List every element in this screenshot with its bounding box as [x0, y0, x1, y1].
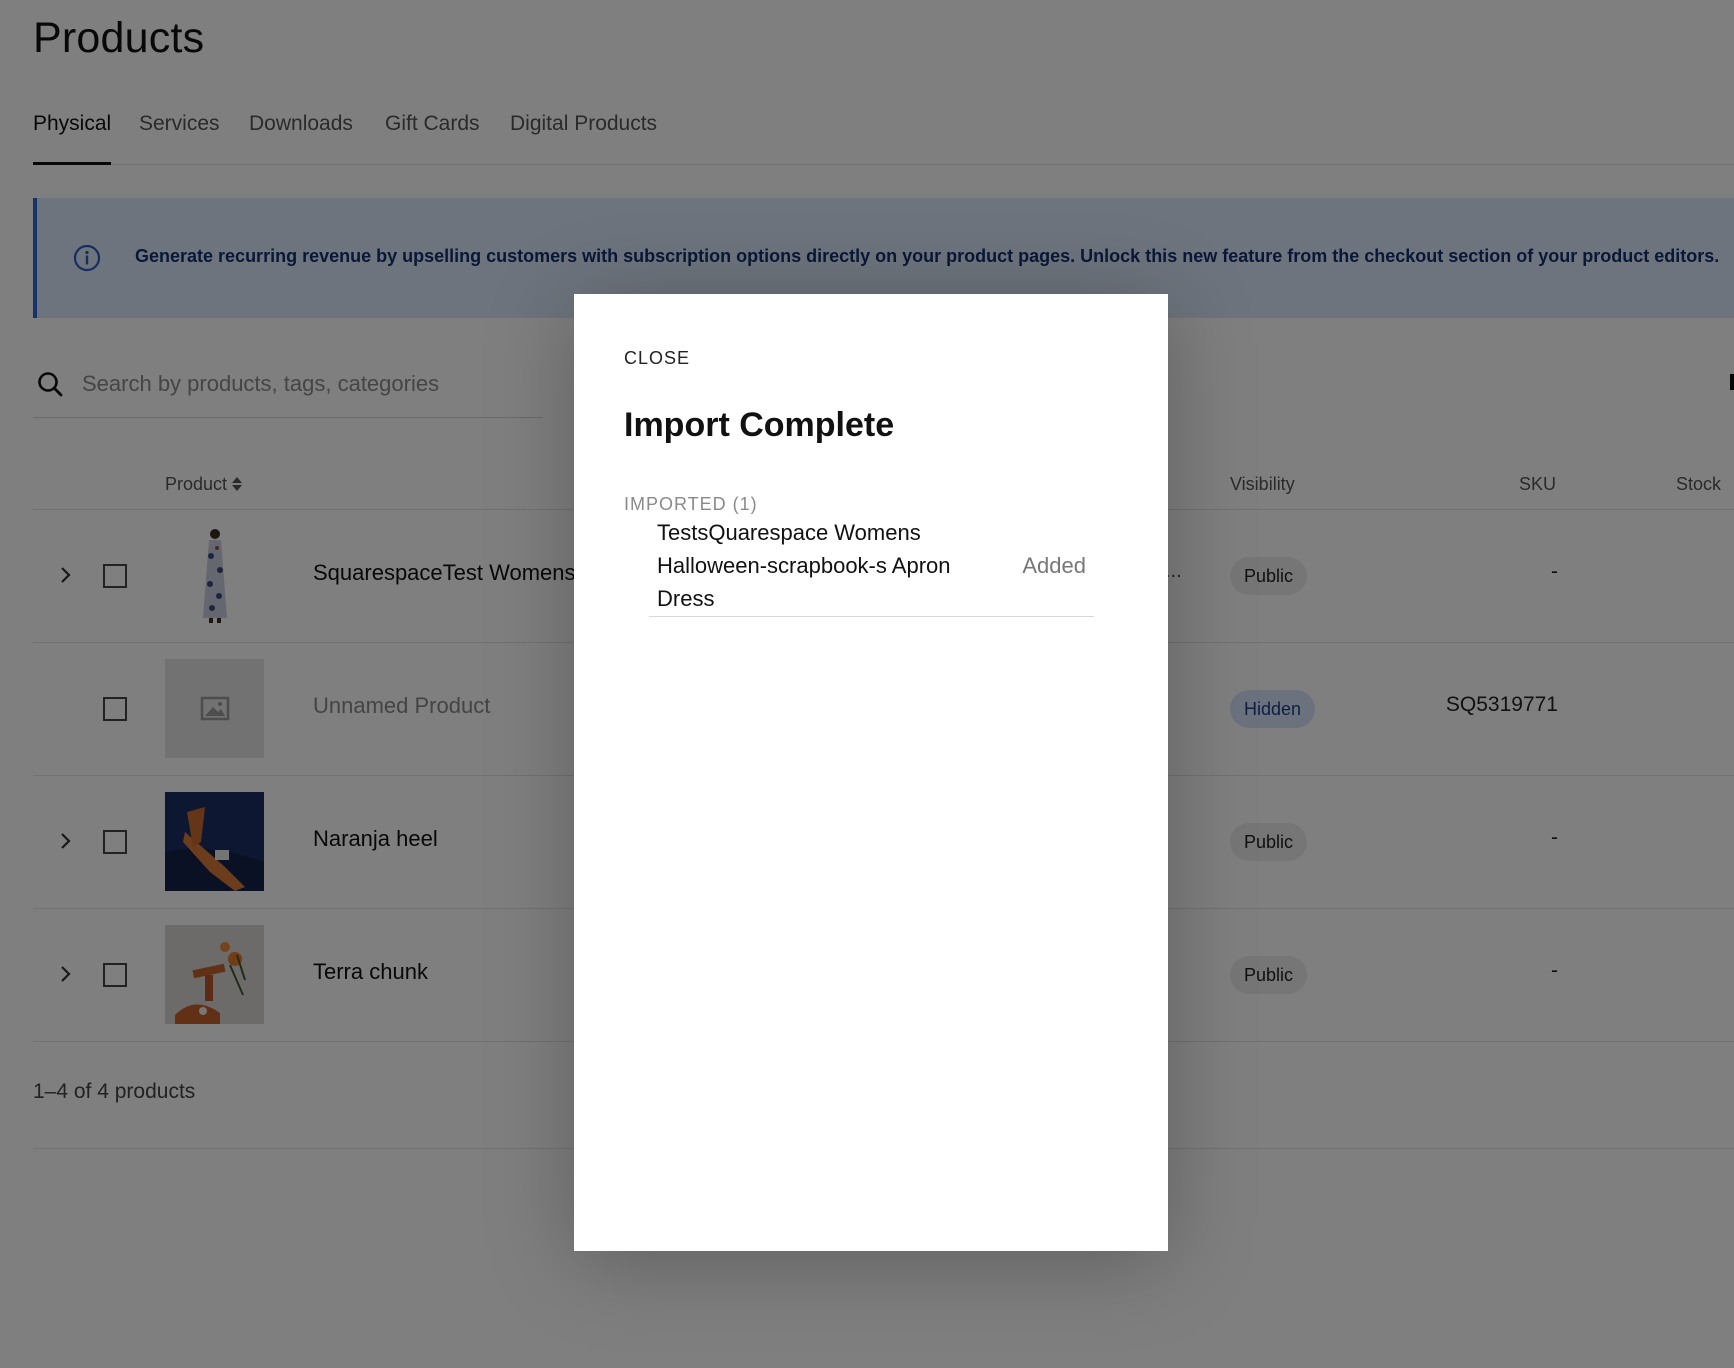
close-button[interactable]: CLOSE [624, 348, 690, 369]
dialog-title: Import Complete [624, 406, 895, 444]
imported-product-name: TestsQuarespace Womens Halloween-scrapbo… [657, 520, 951, 611]
import-result-item: TestsQuarespace Womens Halloween-scrapbo… [649, 516, 1094, 617]
import-status: Added [1022, 553, 1086, 578]
import-complete-dialog: CLOSE Import Complete IMPORTED (1) Tests… [574, 294, 1168, 1251]
imported-section-label: IMPORTED (1) [624, 494, 758, 514]
